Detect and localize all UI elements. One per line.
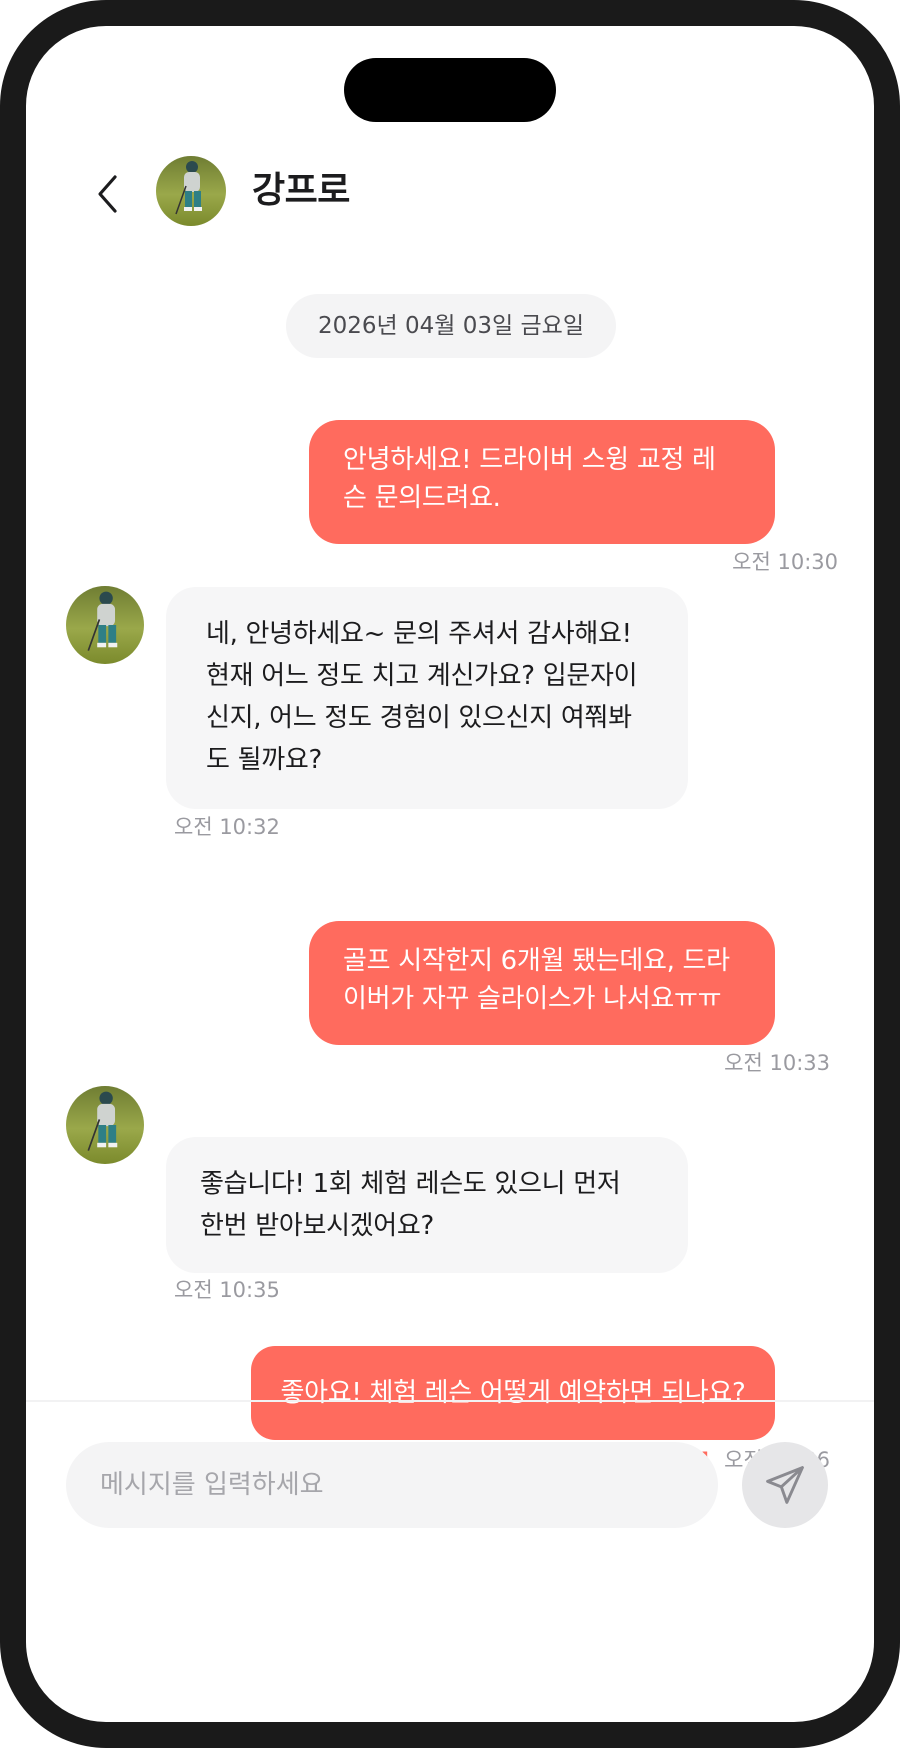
message-time: 오전 10:32 [174, 815, 280, 839]
message-text: 좋아요! 체험 레슨 어떻게 예약하면 되나요? [280, 1378, 746, 1408]
back-button[interactable] [78, 162, 138, 226]
composer-divider [26, 1400, 874, 1402]
message-text: 네, 안녕하세요~ 문의 주셔서 감사해요! 현재 어느 정도 치고 계신가요?… [206, 619, 638, 775]
message-text: 안녕하세요! 드라이버 스윙 교정 레슨 문의드려요. [343, 445, 716, 513]
chevron-left-icon [98, 175, 117, 213]
dynamic-island [344, 58, 556, 122]
message-time: 오전 10:35 [174, 1278, 280, 1302]
contact-name: 강프로 [252, 170, 350, 211]
coach-avatar[interactable] [66, 1086, 144, 1164]
phone-frame: 강프로 2026년 04월 03일 금요일 안녕하세요! 드라이버 스윙 교정 … [0, 0, 900, 1748]
message-text: 좋습니다! 1회 체험 레슨도 있으니 먼저 한번 받아보시겠어요? [200, 1169, 621, 1241]
outgoing-message-bubble[interactable]: 안녕하세요! 드라이버 스윙 교정 레슨 문의드려요. [309, 420, 775, 544]
contact-avatar[interactable] [156, 156, 226, 226]
date-divider: 2026년 04월 03일 금요일 [286, 294, 616, 358]
message-input[interactable] [66, 1442, 718, 1528]
message-text: 골프 시작한지 6개월 됐는데요, 드라이버가 자꾸 슬라이스가 나서요ㅠㅠ [343, 946, 730, 1014]
incoming-message-bubble[interactable]: 좋습니다! 1회 체험 레슨도 있으니 먼저 한번 받아보시겠어요? [166, 1137, 688, 1273]
message-input-container [66, 1442, 718, 1528]
coach-avatar[interactable] [66, 586, 144, 664]
paper-plane-icon [766, 1466, 804, 1504]
send-button[interactable] [742, 1442, 828, 1528]
outgoing-message-bubble[interactable]: 골프 시작한지 6개월 됐는데요, 드라이버가 자꾸 슬라이스가 나서요ㅠㅠ [309, 921, 775, 1045]
incoming-message-bubble[interactable]: 네, 안녕하세요~ 문의 주셔서 감사해요! 현재 어느 정도 치고 계신가요?… [166, 587, 688, 809]
message-time: 오전 10:33 [724, 1051, 830, 1075]
message-time: 오전 10:30 [732, 550, 838, 574]
outgoing-message-bubble[interactable]: 좋아요! 체험 레슨 어떻게 예약하면 되나요? [251, 1346, 775, 1440]
